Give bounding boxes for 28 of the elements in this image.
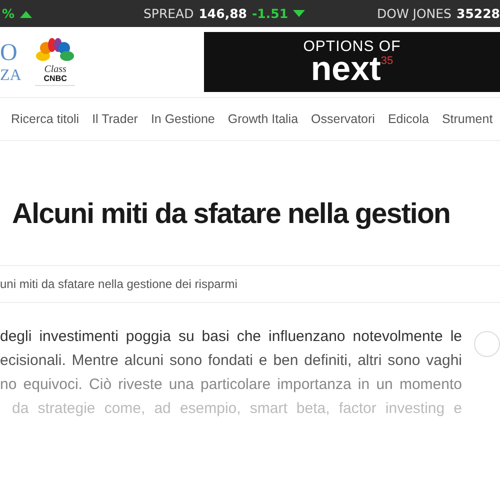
ticker-change: -1.51 bbox=[252, 6, 288, 21]
ad-logo-text: next bbox=[310, 54, 381, 85]
ticker-change: % bbox=[2, 6, 15, 21]
logo-text: ZA bbox=[0, 68, 22, 84]
breadcrumb: uni miti da sfatare nella gestione dei risparmi bbox=[0, 277, 238, 292]
nav-link[interactable]: Osservatori bbox=[311, 112, 375, 126]
peacock-icon bbox=[35, 38, 76, 64]
ticker-value: 146,88 bbox=[198, 6, 247, 21]
ad-headline: OPTIONS OF bbox=[303, 39, 401, 54]
ticker-value: 35228 bbox=[456, 6, 500, 21]
article-title: Alcuni miti da sfatare nella gestion bbox=[12, 197, 451, 232]
nav-link[interactable]: Edicola bbox=[388, 112, 429, 126]
partner-logo-text: Class bbox=[44, 64, 66, 75]
nav-link[interactable]: Ricerca titoli bbox=[11, 112, 80, 126]
nav-link[interactable]: Strument bbox=[442, 112, 493, 126]
ticker-label: SPREAD bbox=[144, 6, 194, 21]
logo-text: O bbox=[0, 40, 18, 64]
article-text-line: ecisionali. Mentre alcuni sono fondati e ben definiti, altri sono vaghi bbox=[0, 351, 462, 372]
article-text-line: da strategie come, ad esempio, smart beta, factor investing e bbox=[11, 399, 462, 420]
nav-link[interactable]: Il Trader bbox=[92, 112, 138, 126]
ad-number-text: 35 bbox=[380, 56, 394, 68]
ticker-label: DOW JONES bbox=[376, 6, 452, 21]
nav-link[interactable]: Growth Italia bbox=[228, 112, 298, 126]
partner-logo-text: CNBC bbox=[44, 74, 67, 84]
nav-link[interactable]: In Gestione bbox=[150, 112, 215, 126]
share-button[interactable] bbox=[474, 331, 500, 358]
article-text-line: no equivoci. Ciò riveste una particolare importanza in un momento bbox=[0, 375, 462, 396]
article-text-line: degli investimenti poggia su basi che influenzano notevolmente le bbox=[0, 327, 462, 348]
